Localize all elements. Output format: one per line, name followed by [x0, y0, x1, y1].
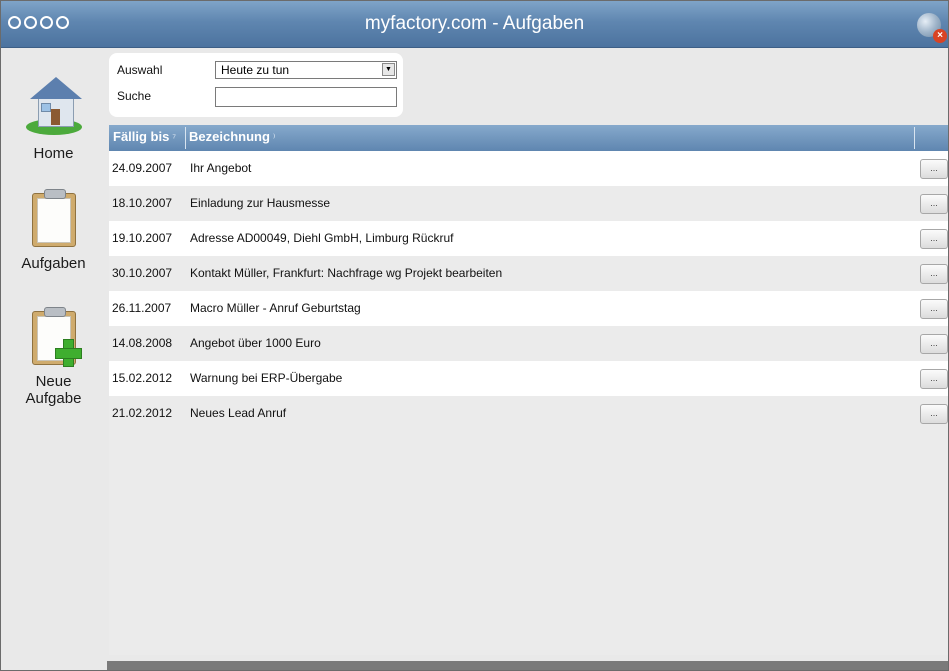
nav-new-task-label-line2: Aufgabe [25, 390, 82, 407]
due-date-cell: 15.02.2012 [112, 371, 173, 385]
app-window: myfactory.com - Aufgaben × Home Aufgaben [0, 0, 949, 671]
nav-home-label: Home [33, 145, 74, 162]
column-header-date-label: Fällig bis [113, 129, 170, 144]
table-row[interactable]: 26.11.2007 Macro Müller - Anruf Geburtsta… [109, 291, 948, 326]
description-cell: Kontakt Müller, Frankfurt: Nachfrage wg … [190, 266, 503, 280]
description-cell: Ihr Angebot [190, 161, 252, 175]
auswahl-selected-value: Heute zu tun [221, 63, 290, 77]
description-cell: Adresse AD00049, Diehl GmbH, Limburg Rüc… [190, 231, 454, 245]
table-header: Fällig bis ⁷ Bezeichnung ⁾ [109, 125, 948, 151]
house-icon [25, 75, 82, 137]
column-divider [914, 127, 915, 149]
row-more-button[interactable]: ... [920, 334, 948, 354]
column-header-description[interactable]: Bezeichnung ⁾ [189, 125, 275, 151]
task-table: Fällig bis ⁷ Bezeichnung ⁾ 24.09.2007 Ihr A… [109, 125, 948, 655]
close-icon: × [933, 29, 947, 43]
description-cell: Einladung zur Hausmesse [190, 196, 331, 210]
row-more-button[interactable]: ... [920, 229, 948, 249]
clipboard-add-icon [31, 307, 82, 367]
title-bar: myfactory.com - Aufgaben × [1, 1, 948, 48]
row-more-button[interactable]: ... [920, 194, 948, 214]
dropdown-arrow-icon[interactable]: ▼ [382, 63, 395, 76]
auswahl-select[interactable]: Heute zu tun ▼ [215, 61, 397, 79]
filter-panel: Auswahl Heute zu tun ▼ Suche [109, 53, 403, 117]
sort-icon: ⁾ [272, 133, 276, 144]
table-row[interactable]: 24.09.2007 Ihr Angebot... [109, 151, 948, 186]
table-row[interactable]: 14.08.2008 Angebot über 1000 Euro... [109, 326, 948, 361]
table-body: 24.09.2007 Ihr Angebot... 18.10.2007 Einlad… [109, 151, 948, 431]
row-more-button[interactable]: ... [920, 369, 948, 389]
row-more-button[interactable]: ... [920, 404, 948, 424]
description-cell: Neues Lead Anruf [190, 406, 287, 420]
clipboard-icon [31, 189, 76, 247]
column-header-description-label: Bezeichnung [189, 129, 270, 144]
table-row[interactable]: 18.10.2007 Einladung zur Hausmesse... [109, 186, 948, 221]
column-header-date[interactable]: Fällig bis ⁷ [113, 125, 176, 151]
search-input[interactable] [215, 87, 397, 107]
description-cell: Warnung bei ERP-Übergabe [190, 371, 343, 385]
close-globe-icon[interactable]: × [917, 13, 947, 43]
due-date-cell: 14.08.2008 [112, 336, 173, 350]
due-date-cell: 19.10.2007 [112, 231, 173, 245]
nav-home[interactable]: Home [1, 75, 106, 162]
auswahl-label: Auswahl [117, 63, 163, 77]
table-row[interactable]: 30.10.2007 Kontakt Müller, Frankfurt: Nac… [109, 256, 948, 291]
row-more-button[interactable]: ... [920, 264, 948, 284]
nav-new-task-label-line1: Neue [35, 373, 72, 390]
suche-label: Suche [117, 89, 152, 103]
due-date-cell: 26.11.2007 [112, 301, 172, 315]
sort-icon: ⁷ [172, 133, 176, 144]
due-date-cell: 24.09.2007 [112, 161, 173, 175]
table-row[interactable]: 19.10.2007 Adresse AD00049, Diehl GmbH, L… [109, 221, 948, 256]
row-more-button[interactable]: ... [920, 299, 948, 319]
due-date-cell: 21.02.2012 [112, 406, 173, 420]
nav-new-task[interactable]: Neue Aufgabe [1, 307, 106, 407]
table-row[interactable]: 15.02.2012 Warnung bei ERP-Übergabe... [109, 361, 948, 396]
nav-tasks-label: Aufgaben [21, 255, 86, 272]
table-row[interactable]: 21.02.2012 Neues Lead Anruf... [109, 396, 948, 431]
nav-tasks[interactable]: Aufgaben [1, 189, 106, 272]
column-divider [185, 127, 186, 149]
due-date-cell: 30.10.2007 [112, 266, 173, 280]
due-date-cell: 18.10.2007 [112, 196, 173, 210]
description-cell: Angebot über 1000 Euro [190, 336, 321, 350]
description-cell: Macro Müller - Anruf Geburtstag [190, 301, 361, 315]
bottom-bar [107, 661, 948, 670]
row-more-button[interactable]: ... [920, 159, 948, 179]
window-title: myfactory.com - Aufgaben [364, 13, 585, 34]
